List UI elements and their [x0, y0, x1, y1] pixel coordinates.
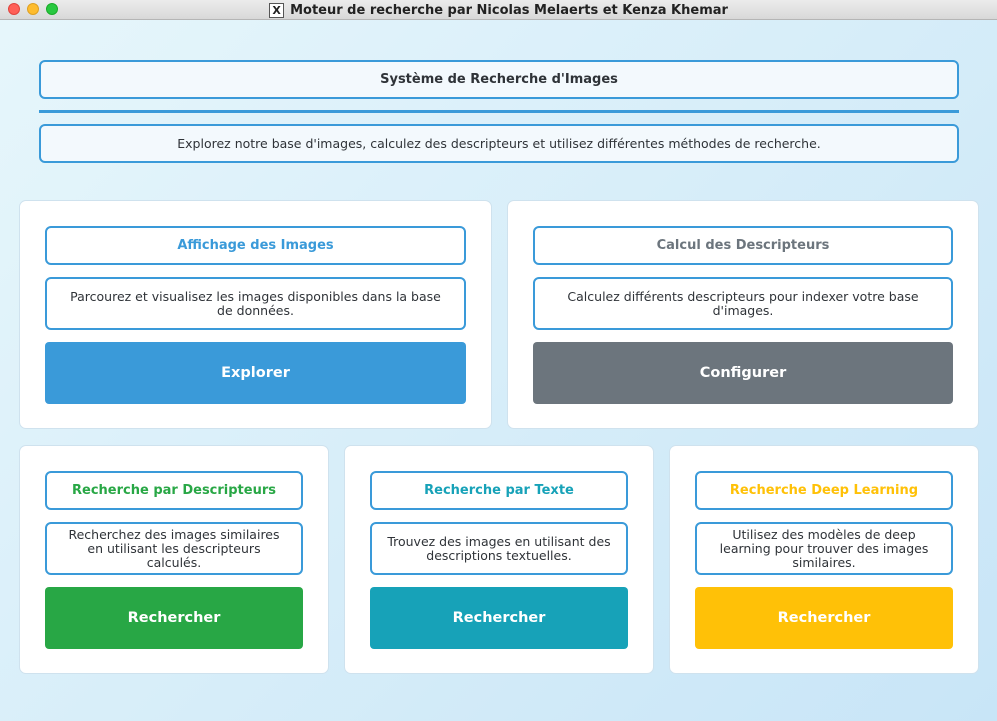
- page-title: Système de Recherche d'Images: [39, 60, 959, 99]
- configure-button[interactable]: Configurer: [533, 342, 953, 404]
- deep-learning-search-button[interactable]: Rechercher: [695, 587, 953, 649]
- card-description-descriptor-computation: Calculez différents descripteurs pour in…: [533, 277, 953, 330]
- window-title: Moteur de recherche par Nicolas Melaerts…: [290, 2, 728, 18]
- card-title-deep-learning-search: Recherche Deep Learning: [695, 471, 953, 510]
- card-description-text-search: Trouvez des images en utilisant des desc…: [370, 522, 628, 575]
- title-group: X Moteur de recherche par Nicolas Melaer…: [0, 0, 997, 20]
- card-description-image-display: Parcourez et visualisez les images dispo…: [45, 277, 466, 330]
- card-title-image-display: Affichage des Images: [45, 226, 466, 265]
- page-subtitle: Explorez notre base d'images, calculez d…: [39, 124, 959, 163]
- card-title-text-search: Recherche par Texte: [370, 471, 628, 510]
- descriptor-search-button[interactable]: Rechercher: [45, 587, 303, 649]
- title-bar[interactable]: X Moteur de recherche par Nicolas Melaer…: [0, 0, 997, 20]
- text-search-button[interactable]: Rechercher: [370, 587, 628, 649]
- explore-button[interactable]: Explorer: [45, 342, 466, 404]
- main-content: Système de Recherche d'Images Explorez n…: [0, 20, 997, 721]
- card-title-descriptor-search: Recherche par Descripteurs: [45, 471, 303, 510]
- card-description-descriptor-search: Recherchez des images similaires en util…: [45, 522, 303, 575]
- card-descriptor-computation: Calcul des Descripteurs Calculez différe…: [507, 200, 979, 429]
- app-window: X Moteur de recherche par Nicolas Melaer…: [0, 0, 997, 721]
- card-text-search: Recherche par Texte Trouvez des images e…: [344, 445, 654, 674]
- x11-icon: X: [269, 2, 285, 18]
- card-deep-learning-search: Recherche Deep Learning Utilisez des mod…: [669, 445, 979, 674]
- card-image-display: Affichage des Images Parcourez et visual…: [19, 200, 492, 429]
- card-descriptor-search: Recherche par Descripteurs Recherchez de…: [19, 445, 329, 674]
- header-divider: [39, 110, 959, 113]
- card-title-descriptor-computation: Calcul des Descripteurs: [533, 226, 953, 265]
- card-description-deep-learning-search: Utilisez des modèles de deep learning po…: [695, 522, 953, 575]
